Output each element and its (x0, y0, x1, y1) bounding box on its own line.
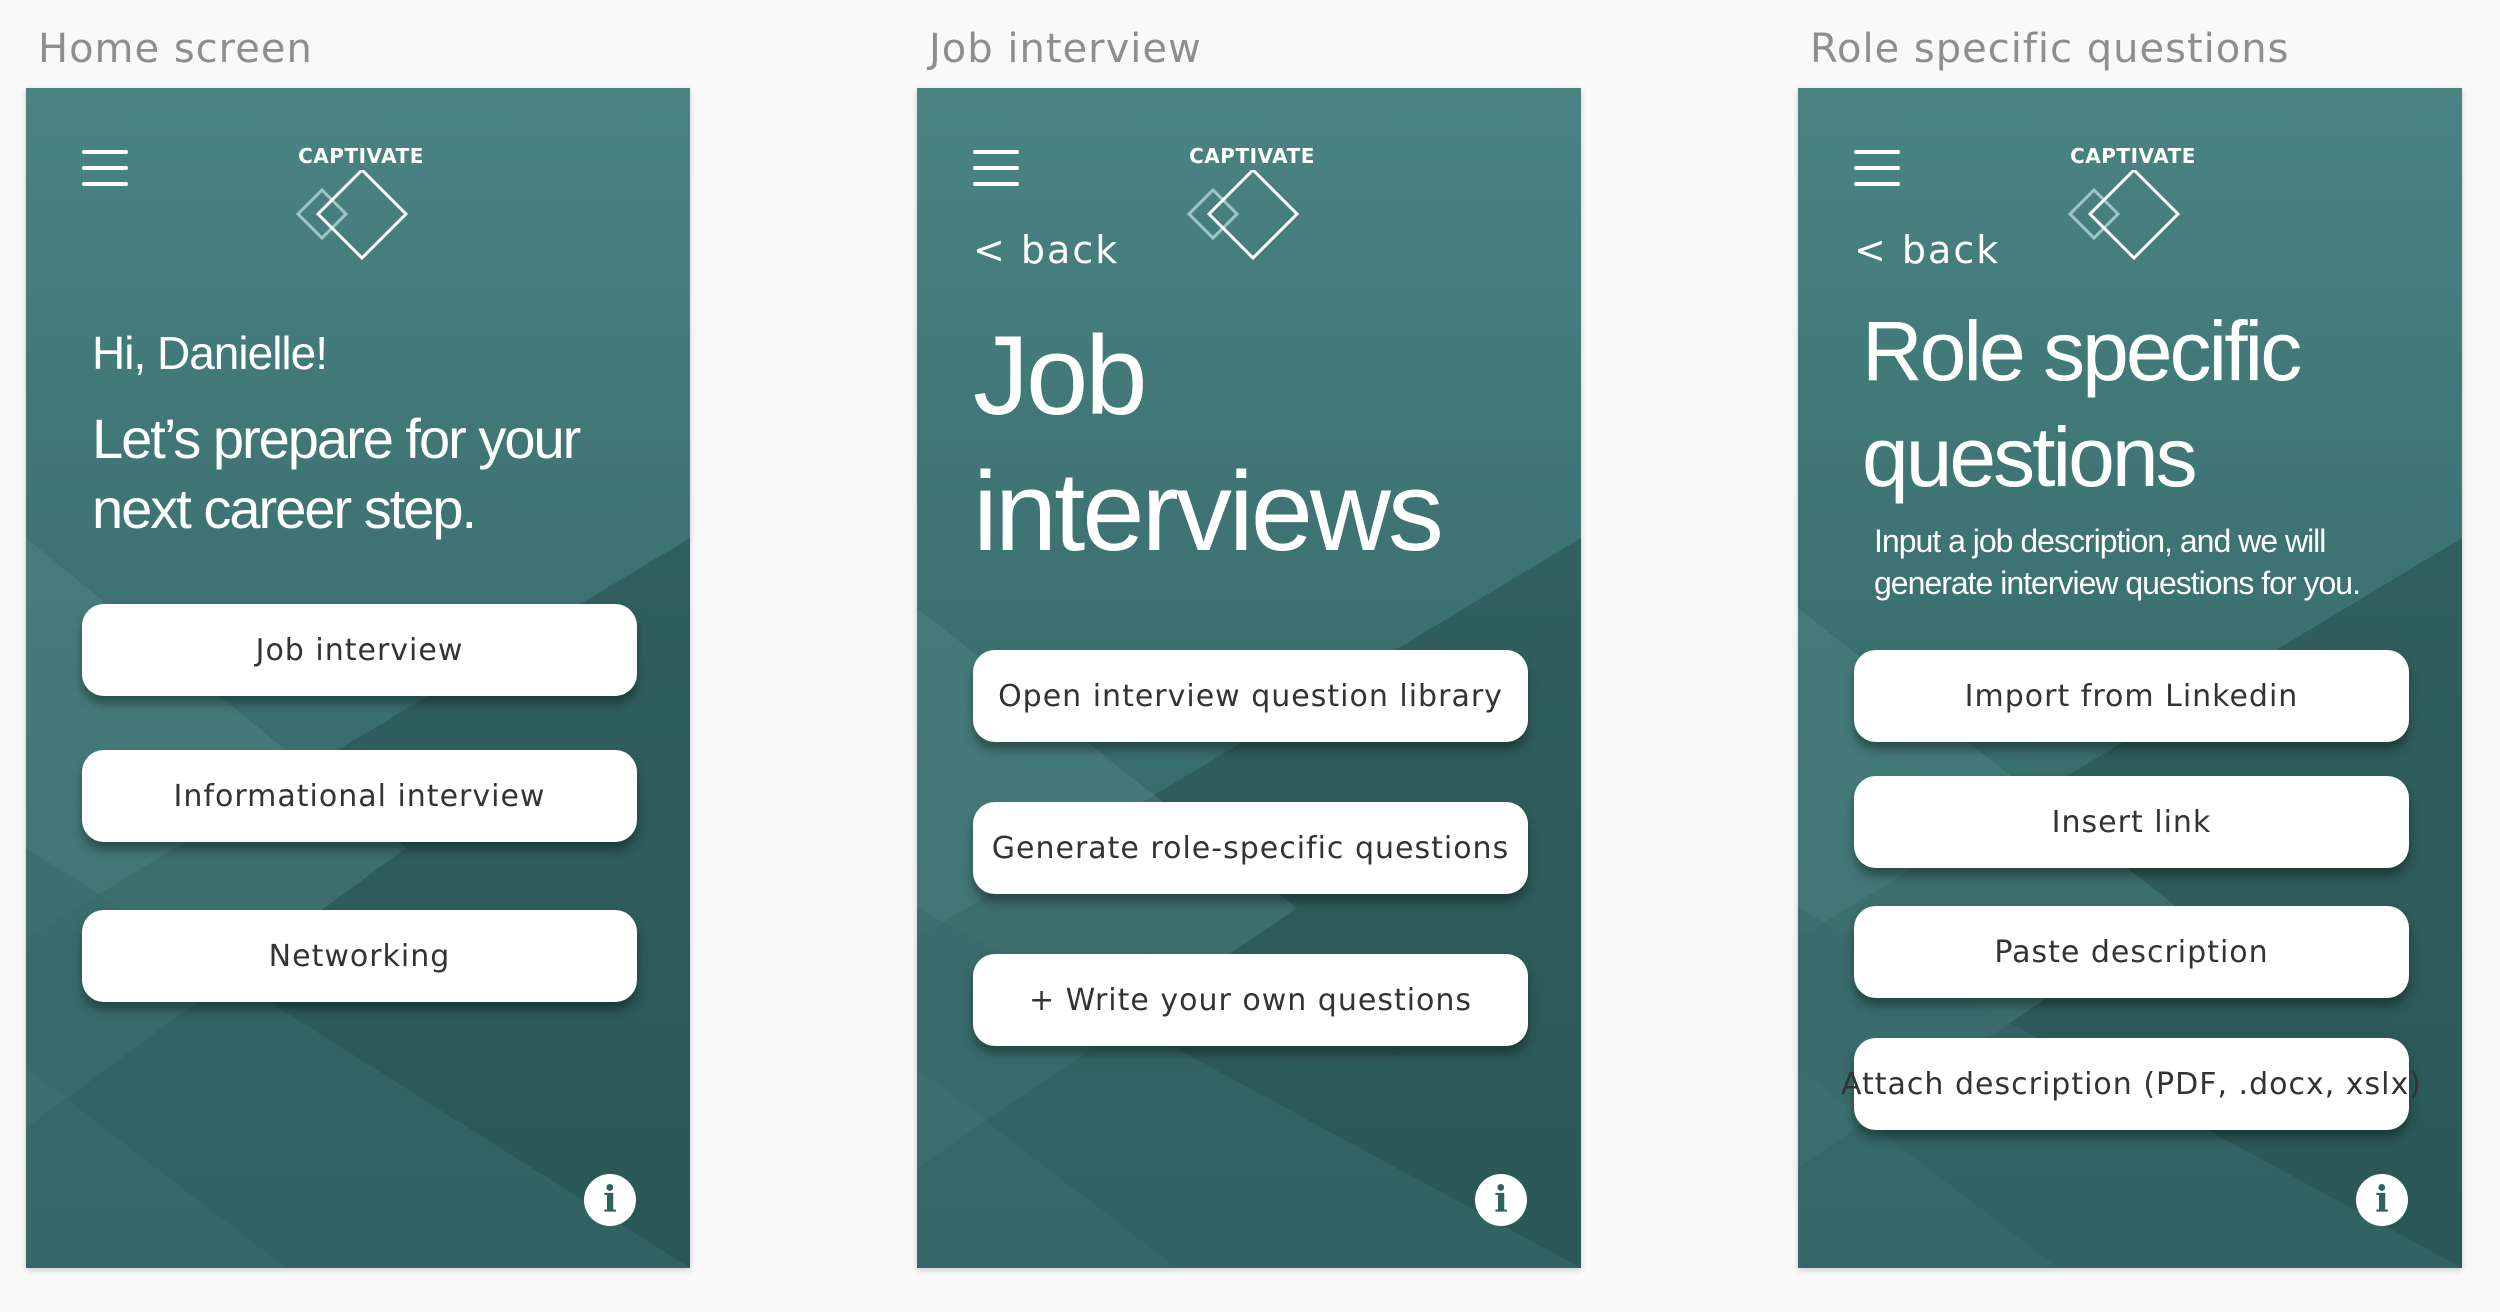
back-link[interactable]: < back (1854, 228, 2000, 272)
captivate-logo: CAPTIVATE (2058, 144, 2208, 274)
paste-description-button[interactable]: Paste description (1854, 906, 2409, 998)
page-title: Role specific questions (1862, 298, 2302, 510)
generate-role-specific-button[interactable]: Generate role-specific questions (973, 802, 1528, 894)
description-line-2: generate interview questions for you. (1874, 565, 2361, 601)
diamond-logo-icon (2067, 170, 2181, 261)
diamond-logo-icon (295, 170, 409, 261)
artboard-label-job-interview: Job interview (929, 26, 1202, 72)
open-question-library-button[interactable]: Open interview question library (973, 650, 1528, 742)
greeting-text: Hi, Danielle! (92, 327, 328, 379)
job-interview-button[interactable]: Job interview (82, 604, 637, 696)
diamond-logo-icon (1186, 170, 1300, 261)
write-own-questions-button[interactable]: + Write your own questions (973, 954, 1528, 1046)
insert-link-button[interactable]: Insert link (1854, 776, 2409, 868)
informational-interview-button[interactable]: Informational interview (82, 750, 637, 842)
description-line-1: Input a job description, and we will (1874, 523, 2326, 559)
logo-text: CAPTIVATE (2070, 144, 2196, 168)
title-line-2: questions (1862, 410, 2198, 504)
hamburger-menu-icon[interactable] (973, 150, 1019, 190)
title-line-1: Job (973, 313, 1148, 438)
import-linkedin-button[interactable]: Import from Linkedin (1854, 650, 2409, 742)
hamburger-menu-icon[interactable] (82, 150, 128, 190)
title-line-2: interviews (973, 449, 1444, 574)
hamburger-menu-icon[interactable] (1854, 150, 1900, 190)
back-link[interactable]: < back (973, 228, 1119, 272)
role-specific-questions-screen: CAPTIVATE < back Role specific questions… (1798, 88, 2462, 1268)
job-interview-screen: CAPTIVATE < back Job interviews Open int… (917, 88, 1581, 1268)
description-text: Input a job description, and we will gen… (1874, 520, 2361, 604)
title-line-1: Role specific (1862, 304, 2302, 398)
attach-description-button[interactable]: Attach description (PDF, .docx, xslx) (1841, 1038, 2421, 1130)
captivate-logo: CAPTIVATE (1177, 144, 1327, 274)
captivate-logo: CAPTIVATE (286, 144, 436, 274)
subtitle-line-2: next career step. (92, 477, 477, 540)
logo-text: CAPTIVATE (298, 144, 424, 168)
info-icon[interactable]: i (2356, 1174, 2408, 1226)
subtitle-text: Let’s prepare for your next career step. (92, 404, 652, 544)
info-icon[interactable]: i (584, 1174, 636, 1226)
page-title: Job interviews (973, 308, 1444, 580)
artboard-label-role-specific: Role specific questions (1810, 26, 2290, 72)
logo-text: CAPTIVATE (1189, 144, 1315, 168)
subtitle-line-1: Let’s prepare for your (92, 407, 581, 470)
artboard-label-home: Home screen (38, 26, 313, 72)
info-icon[interactable]: i (1475, 1174, 1527, 1226)
home-screen: CAPTIVATE Hi, Danielle! Let’s prepare fo… (26, 88, 690, 1268)
networking-button[interactable]: Networking (82, 910, 637, 1002)
